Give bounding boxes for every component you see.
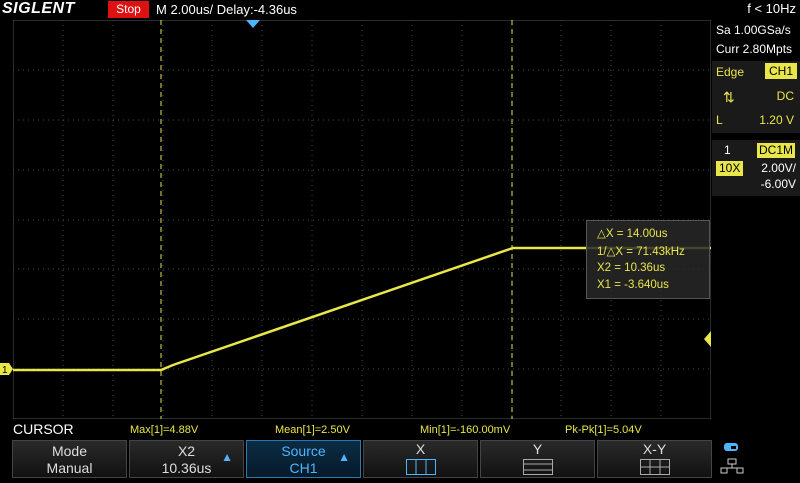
measure-max: Max[1]=4.88V [130, 424, 199, 436]
trigger-type: Edge [716, 65, 745, 79]
horizontal-cursors-icon [522, 459, 553, 475]
channel-number: 1 [724, 143, 731, 157]
source-softkey[interactable]: Source CH1 ▲ [246, 440, 361, 478]
x-mode-softkey[interactable]: X [363, 440, 478, 478]
brand-logo: SIGLENT [2, 0, 75, 17]
knob-adjust-icon: ▲ [221, 450, 233, 464]
mode-softkey[interactable]: Mode Manual [12, 440, 127, 478]
timebase-scale: M 2.00us/ [156, 2, 214, 17]
delta-x-readout: △X = 14.00us [597, 228, 668, 240]
channel-coupling: DC1M [757, 143, 796, 158]
cursor-info-panel: △X = 14.00us 1/△X = 71.43kHz X2 = 10.36u… [586, 220, 710, 299]
vertical-cursors-icon [405, 459, 436, 475]
x-mode-softkey-title: X [415, 441, 426, 457]
measure-mean: Mean[1]=2.50V [275, 424, 350, 436]
x1-readout: X1 = -3.640us [597, 279, 669, 291]
y-mode-softkey-title: Y [532, 441, 543, 457]
timebase-readout[interactable]: M 2.00us/ Delay:-4.36us [156, 2, 297, 17]
trigger-level-value: 1.20 V [759, 113, 794, 127]
system-status-area[interactable] [716, 440, 800, 478]
mode-softkey-value: Manual [46, 460, 93, 476]
trigger-level-label: L [716, 113, 723, 127]
probe-attenuation: 10X [716, 161, 744, 176]
volts-per-div: 2.00V/ [761, 161, 796, 175]
measure-pkpk: Pk-Pk[1]=5.04V [565, 424, 642, 436]
sample-rate: Sa 1.00GSa/s [716, 23, 791, 37]
knob-adjust-icon: ▲ [338, 450, 350, 464]
channel-offset: -6.00V [760, 177, 796, 191]
frequency-counter: f < 10Hz [747, 1, 796, 16]
trigger-source: CH1 [765, 63, 798, 79]
y-mode-softkey[interactable]: Y [480, 440, 595, 478]
x2-softkey[interactable]: X2 10.36us ▲ [129, 440, 244, 478]
xy-mode-softkey[interactable]: X-Y [597, 440, 712, 478]
ch1-marker-label: 1 [2, 365, 8, 376]
ch1-offset-marker[interactable]: 1 [0, 362, 14, 376]
measure-min: Min[1]=-160.00mV [420, 424, 511, 436]
run-stop-indicator[interactable]: Stop [108, 1, 149, 18]
network-icon [720, 443, 744, 474]
x2-readout: X2 = 10.36us [597, 262, 666, 274]
menu-title: CURSOR [13, 421, 74, 437]
trigger-delay: Delay:-4.36us [216, 2, 297, 17]
trigger-coupling: DC [776, 89, 794, 103]
xy-cursors-icon [639, 459, 670, 475]
memory-depth: Curr 2.80Mpts [716, 42, 793, 56]
xy-mode-softkey-title: X-Y [642, 441, 667, 457]
inverse-delta-x-readout: 1/△X = 71.43kHz [597, 246, 685, 258]
mode-softkey-title: Mode [51, 443, 88, 459]
rise-fall-slope-icon: ⇅ [723, 89, 735, 105]
